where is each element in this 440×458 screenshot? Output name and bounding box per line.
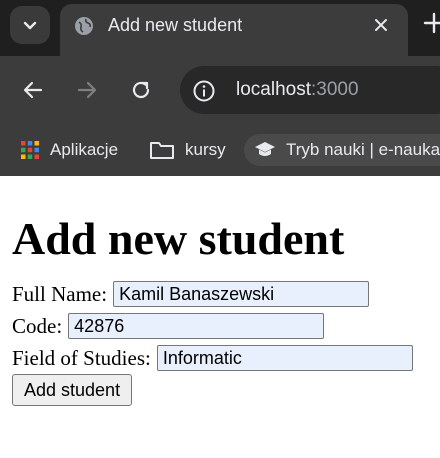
tab-close-button[interactable] [370, 14, 392, 36]
code-input[interactable] [68, 313, 325, 339]
bookmark-folder-kursy[interactable]: kursy [149, 134, 226, 166]
bookmark-apps[interactable]: Aplikacje [20, 134, 118, 166]
chevron-down-icon [23, 21, 37, 30]
field-of-studies-row: Field of Studies: [12, 342, 432, 374]
active-tab[interactable]: Add new student [60, 4, 408, 56]
full-name-row: Full Name: [12, 278, 432, 310]
bookmark-label: Aplikacje [50, 140, 119, 159]
url-port: :3000 [311, 79, 359, 100]
tab-search-button[interactable] [10, 6, 50, 44]
page-content: Add new student Full Name: Code: Field o… [12, 176, 432, 406]
code-label: Code: [12, 313, 63, 338]
folder-icon [149, 140, 175, 160]
new-tab-plus-icon[interactable] [423, 12, 440, 34]
back-arrow-icon [23, 81, 43, 99]
add-student-form: Full Name: Code: Field of Studies: Add s… [12, 278, 432, 406]
browser-chrome: Add new student localhost:3000 Aplikacje… [0, 0, 440, 176]
bookmark-tryb-nauki[interactable]: Tryb nauki | e-nauka [244, 134, 440, 166]
field-of-studies-input[interactable] [156, 345, 413, 371]
back-button[interactable] [19, 76, 47, 104]
add-student-button[interactable]: Add student [12, 374, 133, 406]
page-title: Add new student [12, 213, 345, 264]
field-of-studies-label: Field of Studies: [12, 345, 151, 370]
code-row: Code: [12, 310, 432, 342]
forward-arrow-icon [77, 81, 97, 99]
globe-icon [75, 17, 93, 35]
url-host: localhost [236, 79, 311, 100]
reload-button[interactable] [127, 76, 155, 104]
info-icon[interactable] [192, 79, 216, 103]
apps-grid-icon [20, 140, 40, 160]
graduation-cap-icon [254, 141, 276, 159]
toolbar: localhost:3000 [0, 56, 440, 124]
url-text[interactable]: localhost:3000 [236, 79, 359, 101]
forward-button[interactable] [73, 76, 101, 104]
tab-title: Add new student [108, 15, 243, 35]
bookmarks-bar: Aplikacje kursy Tryb nauki | e-nauka [0, 124, 440, 176]
close-icon [375, 19, 387, 31]
reload-icon [132, 81, 150, 99]
address-bar[interactable]: localhost:3000 [180, 66, 440, 114]
bookmark-label: Tryb nauki | e-nauka [286, 140, 440, 159]
full-name-label: Full Name: [12, 281, 108, 306]
full-name-input[interactable] [113, 281, 370, 307]
tab-strip: Add new student [0, 0, 440, 56]
bookmark-label: kursy [185, 140, 226, 159]
